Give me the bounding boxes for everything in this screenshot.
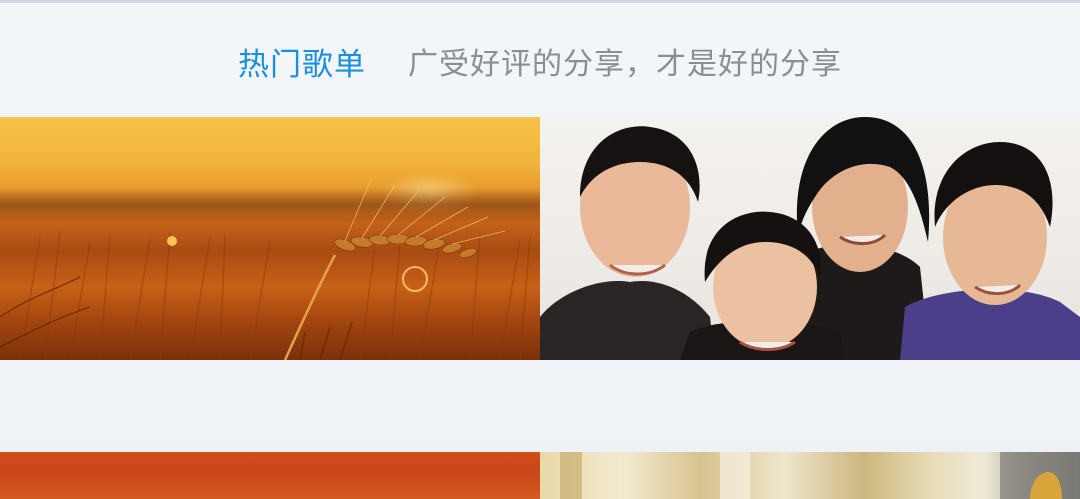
band-illustration <box>540 117 1080 360</box>
playlist-cover-wheat-field[interactable] <box>0 117 540 360</box>
playlist-cover-band-portrait[interactable] <box>540 117 1080 360</box>
section-header: 热门歌单 广受好评的分享，才是好的分享 <box>0 36 1080 86</box>
room-illustration <box>560 452 1080 499</box>
playlist-cover-room[interactable] <box>540 452 1080 499</box>
section-subtitle: 广受好评的分享，才是好的分享 <box>408 47 842 82</box>
playlist-cover-sunset[interactable] <box>0 452 540 499</box>
hot-playlists-section: 热门歌单 广受好评的分享，才是好的分享 <box>0 0 1080 499</box>
section-title[interactable]: 热门歌单 <box>238 39 366 84</box>
wheat-illustration <box>0 176 531 360</box>
top-divider <box>0 0 1080 3</box>
